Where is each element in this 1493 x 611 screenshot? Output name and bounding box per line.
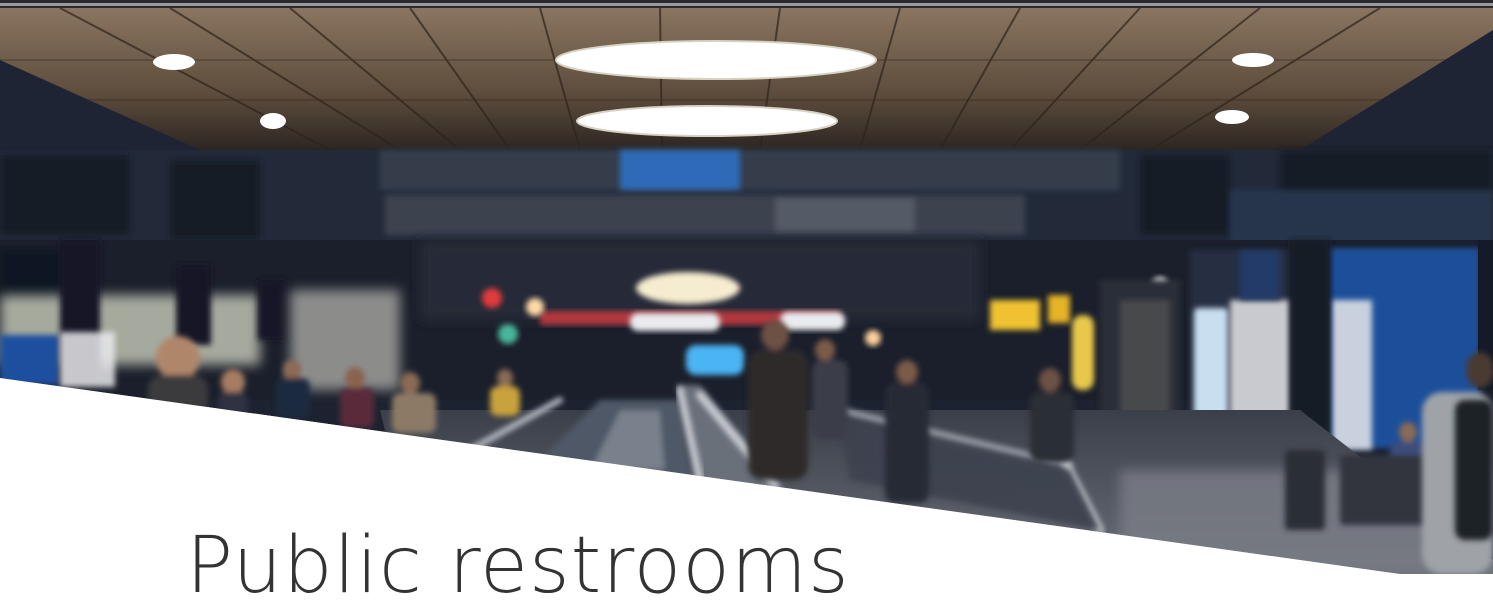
hero-photo: [0, 0, 1493, 574]
page-title: Public restrooms: [186, 521, 850, 611]
hero-banner: Public restrooms: [0, 0, 1493, 605]
